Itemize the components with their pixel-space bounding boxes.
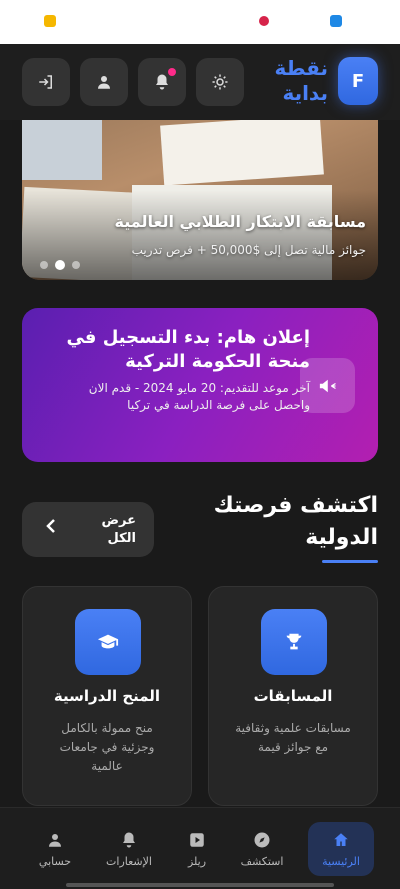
nav-label: استكشف — [240, 854, 284, 868]
compass-icon — [254, 832, 270, 847]
carousel-image-detail — [22, 120, 102, 180]
status-app-icon — [330, 15, 342, 27]
nav-label: الرئيسية — [322, 854, 360, 868]
user-icon — [49, 833, 61, 847]
sun-icon — [212, 74, 228, 90]
nav-reels[interactable]: ريلز — [164, 822, 230, 876]
logout-button[interactable] — [22, 58, 70, 106]
video-icon — [190, 832, 204, 847]
announcement-body: آخر موعد للتقديم: 20 مايو 2024 - قدم الا… — [88, 381, 310, 412]
megaphone-icon — [300, 358, 355, 413]
status-bar — [0, 0, 400, 44]
announcement-title: إعلان هام: بدء التسجيل في منحة الحكومة ا… — [66, 327, 310, 372]
card-description: منح ممولة بالكامل وجزئية في جامعات عالمي… — [59, 721, 155, 773]
bell-icon — [123, 832, 135, 847]
brand-name: نقطة بداية — [268, 56, 328, 106]
section-underline — [322, 560, 378, 563]
nav-notifications[interactable]: الإشعارات — [96, 822, 162, 876]
carousel-dot-active[interactable] — [55, 260, 65, 270]
carousel-title: مسابقة الابتكار الطلابي العالمية — [114, 212, 366, 231]
nav-explore[interactable]: استكشف — [229, 822, 295, 876]
status-app-icon — [259, 16, 269, 26]
scholarships-card[interactable]: المنح الدراسية منح ممولة بالكامل وجزئية … — [22, 586, 192, 806]
logout-icon — [39, 75, 52, 89]
carousel-dot[interactable] — [40, 261, 48, 269]
brand-line-2: بداية — [282, 81, 328, 105]
bell-icon — [156, 74, 168, 90]
nav-label: ريلز — [187, 854, 207, 868]
nav-home[interactable]: الرئيسية — [308, 822, 374, 876]
section-title: اكتشف فرصتك الدولية — [213, 493, 378, 550]
nav-account[interactable]: حسابي — [22, 822, 88, 876]
view-all-button[interactable]: عرض الكل — [22, 502, 154, 557]
carousel-indicator — [40, 260, 80, 270]
card-title: المنح الدراسية — [53, 687, 161, 705]
chevron-left-icon — [44, 517, 58, 540]
brand-line-1: نقطة — [274, 56, 328, 80]
home-indicator — [66, 883, 334, 887]
theme-toggle-button[interactable] — [196, 58, 244, 106]
carousel-dot[interactable] — [72, 261, 80, 269]
competitions-card[interactable]: المسابقات مسابقات علمية وثقافية مع جوائز… — [208, 586, 378, 806]
card-description: مسابقات علمية وثقافية مع جوائز قيمة — [235, 721, 351, 754]
carousel-subtitle: جوائز مالية تصل إلى $50,000 + فرص تدريب — [131, 243, 366, 257]
featured-carousel[interactable]: مسابقة الابتكار الطلابي العالمية جوائز م… — [22, 120, 378, 280]
nav-label: حسابي — [38, 854, 72, 868]
carousel-image-detail — [160, 120, 324, 186]
logo-letter: F — [351, 70, 365, 92]
app-header: F نقطة بداية — [0, 44, 400, 120]
card-title: المسابقات — [253, 687, 333, 705]
user-icon — [98, 76, 110, 89]
notification-dot — [168, 68, 176, 76]
app-logo: F — [338, 57, 378, 105]
trophy-icon — [261, 609, 327, 675]
status-app-icon — [44, 15, 56, 27]
home-icon — [334, 832, 348, 846]
nav-label: الإشعارات — [106, 854, 152, 868]
announcement-banner[interactable]: إعلان هام: بدء التسجيل في منحة الحكومة ا… — [22, 308, 378, 462]
view-all-label: عرض الكل — [101, 513, 136, 546]
graduation-cap-icon — [75, 609, 141, 675]
notifications-button[interactable] — [138, 58, 186, 106]
bottom-navigation: الرئيسية استكشف ريلز الإشعارات حسابي — [0, 807, 400, 889]
profile-button[interactable] — [80, 58, 128, 106]
